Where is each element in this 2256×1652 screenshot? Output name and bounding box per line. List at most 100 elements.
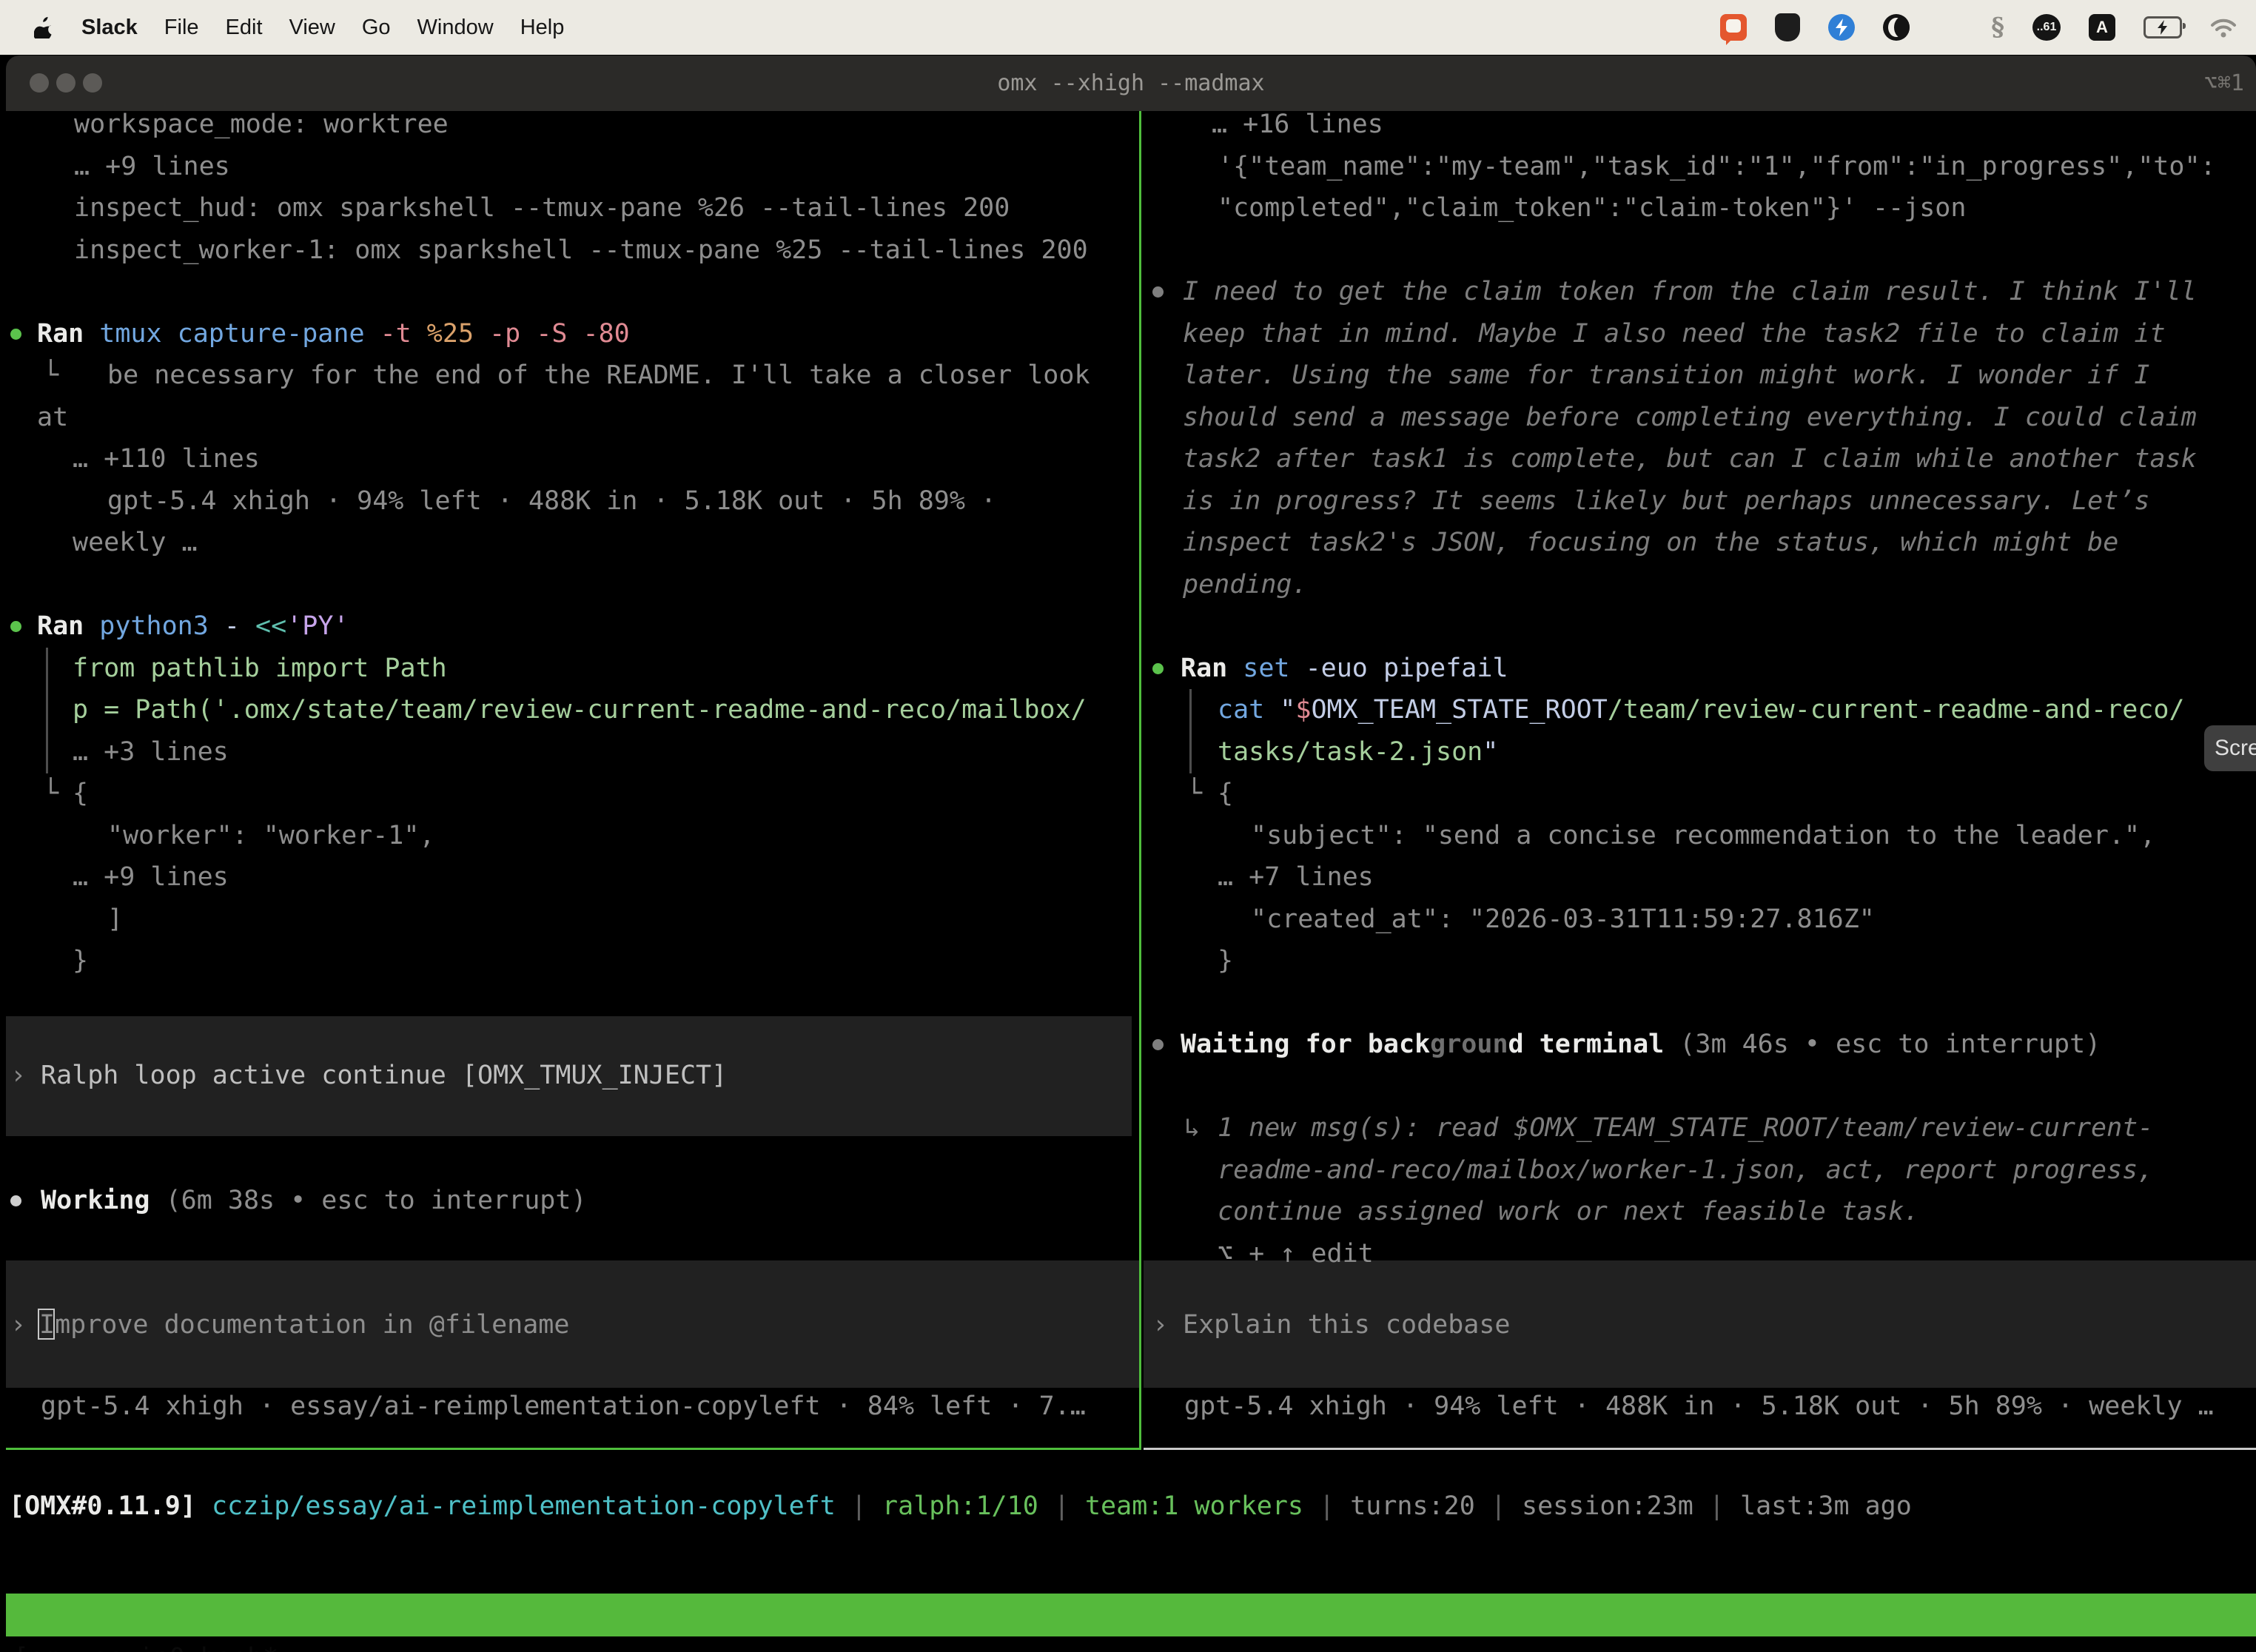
text-segment: -euo pipefail <box>1290 654 1508 683</box>
left-pane-border <box>6 1448 1139 1450</box>
terminal-line: should send a message before completing … <box>0 397 2256 439</box>
apple-icon <box>34 16 53 38</box>
text-segment: groun <box>1430 1030 1508 1059</box>
text-segment: keep that in mind. Maybe I also need the… <box>1183 319 2166 349</box>
terminal-line: I need to get the claim token from the c… <box>0 271 2256 313</box>
terminal-line: '{"team_name":"my-team","task_id":"1","f… <box>0 146 2256 188</box>
terminal-line: Waiting for background terminal (3m 46s … <box>0 1024 2256 1066</box>
text-segment: OMX_TEAM_STATE_ROOT <box>1311 695 1607 725</box>
terminal-line: [OMX#0.11.9] cczip/essay/ai-reimplementa… <box>0 1485 2256 1528</box>
connector-line <box>1189 731 1192 773</box>
terminal-line: "created_at": "2026-03-31T11:59:27.816Z" <box>0 899 2256 941</box>
text-segment: continue assigned work or next feasible … <box>1218 1197 1919 1226</box>
text-segment: " <box>1264 695 1295 725</box>
menu-item-go[interactable]: Go <box>362 16 391 40</box>
menu-item-slack[interactable]: Slack <box>81 16 138 40</box>
text-segment: "created_at": "2026-03-31T11:59:27.816Z" <box>1251 904 1875 934</box>
dots-grid-icon[interactable] <box>1938 15 1963 40</box>
terminal-line <box>0 982 2256 1024</box>
text-segment: Ran <box>1181 654 1227 683</box>
window-title: omx --xhigh --madmax <box>6 56 2256 111</box>
text-segment: should send a message before completing … <box>1183 403 2197 432</box>
screen: omx --xhigh --madmax ⌥⌘1 workspace_mode:… <box>0 0 2256 1652</box>
text-segment: { <box>1218 779 1233 808</box>
terminal-line: readme-and-reco/mailbox/worker-1.json, a… <box>0 1149 2256 1192</box>
text-segment: is in progress? It seems likely but perh… <box>1183 486 2149 516</box>
text-segment: turns:20 <box>1350 1491 1475 1521</box>
right-pane-statusline: gpt-5.4 xhigh · 94% left · 488K in · 5.1… <box>0 1386 2256 1428</box>
right-pane-border <box>1144 1448 2256 1450</box>
count-badge-icon[interactable]: ..61 <box>2032 14 2061 41</box>
terminal-line <box>0 605 2256 648</box>
right-input-line[interactable]: › Explain this codebase <box>0 1304 2256 1346</box>
text-segment: $ <box>1295 695 1311 725</box>
omx-status-bar: [OMX#0.11.9] cczip/essay/ai-reimplementa… <box>0 1485 2256 1528</box>
menu-status-icons: § ..61 A <box>1720 13 2237 42</box>
text-segment: set <box>1227 654 1289 683</box>
terminal-line: … +16 lines <box>0 104 2256 146</box>
battery-icon[interactable] <box>2143 16 2182 38</box>
text-segment: cat <box>1218 695 1264 725</box>
reply-arrow-icon: ↳ <box>1184 1107 1200 1149</box>
input-source-icon[interactable]: A <box>2089 14 2115 41</box>
terminal-line: ⌥ + ↑ edit <box>0 1233 2256 1275</box>
terminal-line: Ran set -euo pipefail <box>0 648 2256 690</box>
terminal-line <box>0 229 2256 272</box>
terminal-line: continue assigned work or next feasible … <box>0 1191 2256 1233</box>
text-segment: last:3m ago <box>1740 1491 1912 1521</box>
text-segment: tasks/task-2.json <box>1218 737 1483 767</box>
shield-grid-icon[interactable] <box>1775 13 1800 41</box>
terminal-line: keep that in mind. Maybe I also need the… <box>0 313 2256 355</box>
menu-item-file[interactable]: File <box>164 16 199 40</box>
connector-elbow-icon: └ <box>1186 773 1202 815</box>
prompt-icon: › <box>1152 1304 1168 1346</box>
menu-item-edit[interactable]: Edit <box>226 16 263 40</box>
tmux-status-bar: [omx-cczip0:bash* "MacBook-Pro-44.local"… <box>6 1594 2256 1636</box>
chat-icon[interactable] <box>1720 14 1747 41</box>
text-segment: gpt-5.4 xhigh · 94% left · 488K in · 5.1… <box>1184 1391 2214 1421</box>
text-segment: '{"team_name":"my-team","task_id":"1","f… <box>1218 152 2216 181</box>
text-segment: Waiting for back <box>1181 1030 1430 1059</box>
terminal-line <box>0 1066 2256 1108</box>
screen-tooltip: Scre <box>2204 725 2256 771</box>
text-segment: cczip/essay/ai-reimplementation-copyleft <box>196 1491 836 1521</box>
text-segment: I need to get the claim token from the c… <box>1183 277 2197 306</box>
terminal-line: pending. <box>0 564 2256 606</box>
terminal-line: gpt-5.4 xhigh · 94% left · 488K in · 5.1… <box>0 1386 2256 1428</box>
sync-icon[interactable] <box>1828 14 1855 41</box>
text-segment: later. Using the same for transition mig… <box>1183 360 2149 390</box>
text-segment: inspect task2's JSON, focusing on the st… <box>1183 528 2118 557</box>
text-segment: session:23m <box>1522 1491 1693 1521</box>
wifi-icon[interactable] <box>2210 18 2237 38</box>
terminal-line: "subject": "send a concise recommendatio… <box>0 815 2256 857</box>
terminal-line: cat "$OMX_TEAM_STATE_ROOT/team/review-cu… <box>0 689 2256 731</box>
terminal-line: task2 after task1 is complete, but can I… <box>0 438 2256 480</box>
bullet-icon <box>1152 286 1164 298</box>
menu-item-help[interactable]: Help <box>520 16 565 40</box>
text-segment: | <box>1693 1491 1740 1521</box>
moon-icon[interactable] <box>1883 14 1910 41</box>
menu-item-view[interactable]: View <box>289 16 335 40</box>
text-segment: Explain this codebase <box>1183 1310 1511 1340</box>
menu-bar: Slack File Edit View Go Window Help § ..… <box>0 0 2256 55</box>
pane-divider[interactable] <box>1139 111 1141 1450</box>
terminal-line: } <box>0 940 2256 982</box>
text-segment: "completed","claim_token":"claim-token"}… <box>1218 193 1966 223</box>
terminal-line: later. Using the same for transition mig… <box>0 355 2256 397</box>
text-segment: … +16 lines <box>1212 110 1383 139</box>
terminal-line: tasks/task-2.json" <box>0 731 2256 773</box>
title-bar[interactable]: omx --xhigh --madmax ⌥⌘1 <box>6 56 2256 111</box>
text-segment: pending. <box>1183 570 1308 600</box>
text-segment: (3m 46s • esc to interrupt) <box>1664 1030 2101 1059</box>
apple-menu[interactable] <box>34 16 53 38</box>
terminal-line: └{ <box>0 773 2256 815</box>
squiggle-icon[interactable]: § <box>1991 13 2004 42</box>
text-segment: ⌥ + ↑ edit <box>1218 1239 1374 1269</box>
text-segment: } <box>1218 946 1233 976</box>
text-segment: | <box>1038 1491 1085 1521</box>
text-segment: ralph:1/10 <box>882 1491 1038 1521</box>
menu-item-window[interactable]: Window <box>417 16 494 40</box>
text-segment: task2 after task1 is complete, but can I… <box>1183 444 2197 474</box>
text-segment: d terminal <box>1508 1030 1665 1059</box>
terminal-line: inspect task2's JSON, focusing on the st… <box>0 522 2256 564</box>
